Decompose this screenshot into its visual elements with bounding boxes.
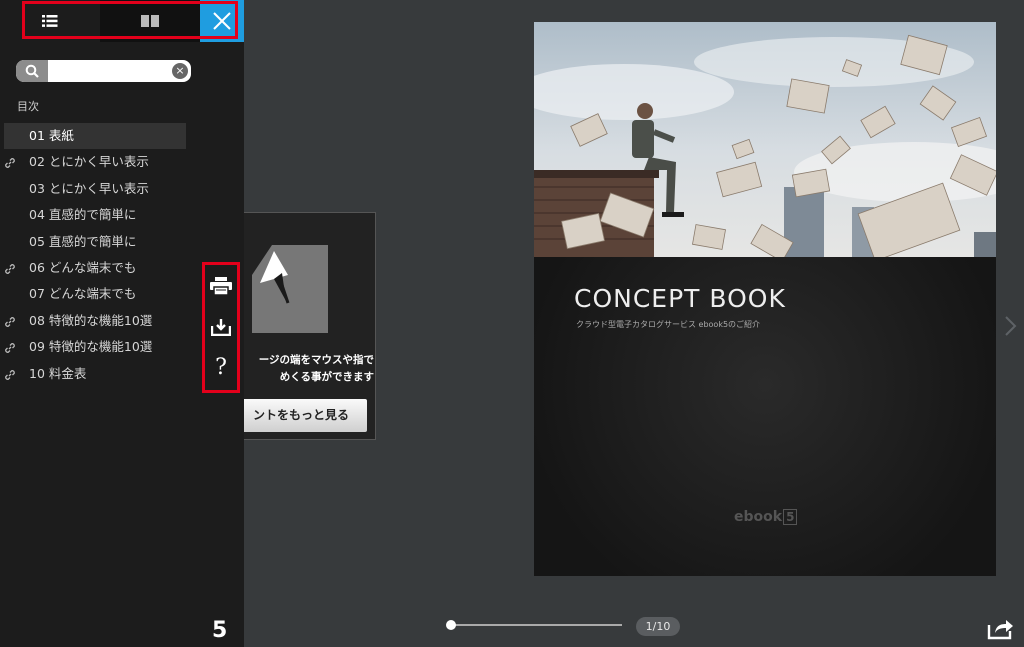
share-icon[interactable]	[986, 616, 1014, 640]
tab-thumbnails[interactable]	[100, 0, 200, 42]
toc-item[interactable]: 04 直感的で簡単に	[4, 202, 186, 228]
tutorial-line-1: ージの端をマウスや指で	[258, 354, 374, 366]
link-icon	[5, 316, 15, 327]
toc-item[interactable]: 05 直感的で簡単に	[4, 229, 186, 255]
cover-photo	[534, 22, 996, 257]
page-slider-track[interactable]	[450, 624, 622, 626]
toc-item[interactable]: 01 表紙	[4, 123, 186, 150]
toc-list: 01 表紙 02 とにかく早い表示 03 とにかく早い表示 04 直感的で簡単に…	[4, 123, 186, 387]
toc-item[interactable]: 10 料金表	[4, 361, 186, 387]
more-tips-button[interactable]: ントをもっと見る	[244, 399, 367, 432]
book-page[interactable]: CONCEPT BOOK クラウド型電子カタログサービス ebook5のご紹介 …	[534, 22, 996, 576]
toc-item-label: 03 とにかく早い表示	[29, 180, 149, 196]
book-title: CONCEPT BOOK	[574, 284, 786, 313]
page-slider-handle[interactable]	[446, 620, 456, 630]
sidebar: × 目次 01 表紙 02 とにかく早い表示 03 とにかく早い表示 04 直感…	[0, 0, 244, 647]
download-button[interactable]	[207, 313, 235, 341]
toc-item-label: 07 どんな端末でも	[29, 286, 137, 302]
download-icon	[211, 318, 231, 336]
link-icon	[5, 369, 15, 380]
help-icon: ?	[215, 355, 227, 381]
toc-item[interactable]: 03 とにかく早い表示	[4, 176, 186, 202]
toc-item[interactable]: 09 特徴的な機能10選	[4, 334, 186, 360]
search-box: ×	[16, 60, 191, 82]
tab-toc[interactable]	[0, 0, 100, 42]
search-icon[interactable]	[16, 60, 48, 82]
toc-item-label: 04 直感的で簡単に	[29, 207, 137, 223]
toc-item-label: 01 表紙	[29, 128, 74, 143]
toc-item[interactable]: 08 特徴的な機能10選	[4, 308, 186, 334]
toc-item[interactable]: 07 どんな端末でも	[4, 281, 186, 307]
tutorial-popup: ージの端をマウスや指で めくる事ができます ントをもっと見る	[244, 212, 376, 440]
brand-number: 5	[783, 509, 798, 525]
toc-item-label: 09 特徴的な機能10選	[29, 339, 153, 355]
toc-item-label: 05 直感的で簡単に	[29, 233, 137, 249]
link-icon	[5, 158, 15, 169]
cursor-icon	[252, 245, 290, 304]
toc-item[interactable]: 06 どんな端末でも	[4, 255, 186, 281]
sidebar-tabs	[0, 0, 244, 42]
list-icon	[42, 15, 58, 27]
close-icon	[213, 12, 231, 30]
toc-item-label: 10 料金表	[29, 365, 87, 381]
link-icon	[5, 264, 15, 274]
book-spread-icon	[141, 15, 159, 27]
toc-item-label: 08 特徴的な機能10選	[29, 312, 153, 328]
tutorial-line-2: めくる事ができます	[279, 371, 374, 383]
book-subtitle: クラウド型電子カタログサービス ebook5のご紹介	[576, 320, 761, 329]
search-input[interactable]	[50, 62, 168, 80]
tool-buttons: ?	[202, 262, 240, 392]
close-sidebar-button[interactable]	[200, 0, 244, 42]
help-button[interactable]: ?	[207, 354, 235, 382]
tutorial-illustration	[252, 245, 328, 333]
ebook5-logo: 5	[212, 618, 228, 643]
toc-item-label: 02 とにかく早い表示	[29, 154, 149, 170]
print-button[interactable]	[207, 272, 235, 300]
ebook5-brand: ebook 5	[734, 509, 798, 525]
print-icon	[210, 277, 232, 296]
clear-search-icon[interactable]: ×	[172, 63, 188, 79]
toc-item-label: 06 どんな端末でも	[29, 259, 137, 275]
brand-text: ebook	[734, 509, 783, 525]
tutorial-text: ージの端をマウスや指で めくる事ができます	[244, 352, 374, 386]
next-page-arrow-icon[interactable]	[1004, 315, 1018, 337]
toc-item[interactable]: 02 とにかく早い表示	[4, 149, 186, 175]
toc-heading: 目次	[17, 100, 39, 113]
page-indicator: 1/10	[636, 617, 680, 636]
link-icon	[5, 343, 15, 354]
